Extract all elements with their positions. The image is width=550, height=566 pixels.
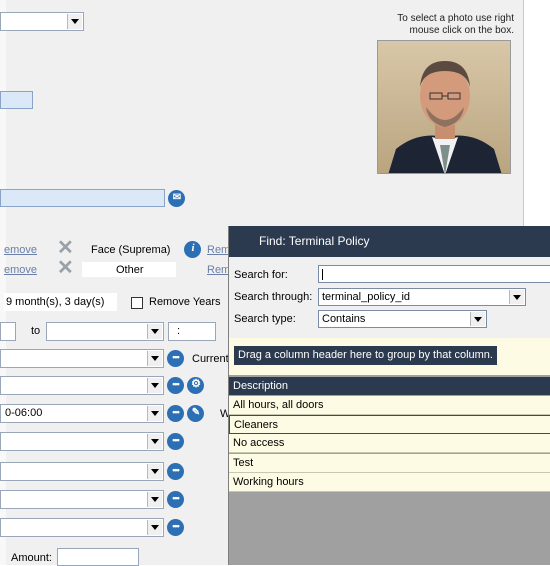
gear-icon[interactable]: ⚙ [187, 377, 204, 394]
policy-combo-3[interactable] [0, 432, 164, 451]
duration-value: 9 month(s), 3 day(s) [6, 296, 105, 308]
search-through-label: Search through: [234, 291, 313, 303]
more-icon[interactable]: ••• [167, 350, 184, 367]
table-row-selected[interactable]: Cleaners [229, 415, 550, 434]
more-icon[interactable]: ••• [167, 491, 184, 508]
close-icon[interactable]: ✕ [57, 238, 74, 258]
table-row[interactable]: No access [229, 434, 550, 453]
rem-link-1[interactable]: Rem [207, 244, 230, 256]
chevron-down-icon[interactable] [147, 324, 162, 339]
info-icon[interactable]: i [184, 241, 201, 258]
search-through-select[interactable]: terminal_policy_id [318, 288, 526, 306]
current-label: Current [192, 353, 229, 365]
table-row[interactable]: Working hours [229, 473, 550, 492]
policy-combo-2[interactable] [0, 376, 164, 395]
chevron-down-icon[interactable] [147, 406, 162, 421]
timezone-value: 0-06:00 [5, 407, 43, 419]
table-row[interactable]: All hours, all doors [229, 396, 550, 415]
table-row[interactable]: Test [229, 454, 550, 473]
top-combo[interactable] [0, 12, 84, 31]
chevron-down-icon[interactable] [147, 464, 162, 479]
photo-hint: To select a photo use right mouse click … [397, 13, 514, 36]
chevron-down-icon[interactable] [470, 312, 485, 326]
pencil-icon[interactable]: ✎ [187, 405, 204, 422]
column-header-description[interactable]: Description [229, 377, 550, 395]
policy-combo-4[interactable] [0, 462, 164, 481]
more-icon[interactable]: ••• [167, 433, 184, 450]
remove-years-checkbox[interactable] [131, 297, 143, 309]
chevron-down-icon[interactable] [67, 14, 82, 29]
find-dialog[interactable]: Find: Terminal Policy Search for: Search… [228, 226, 550, 565]
amount-field[interactable] [57, 548, 139, 566]
chevron-down-icon[interactable] [147, 520, 162, 535]
remove-link-1[interactable]: emove [4, 244, 37, 256]
amount-label: Amount: [11, 552, 52, 564]
group-by-hint: Drag a column header here to group by th… [234, 346, 497, 365]
employee-photo[interactable] [377, 40, 511, 174]
search-type-select[interactable]: Contains [318, 310, 487, 328]
timezone-combo[interactable]: 0-06:00 [0, 404, 164, 423]
more-icon[interactable]: ••• [167, 377, 184, 394]
date-to-combo[interactable] [46, 322, 164, 341]
chevron-down-icon[interactable] [147, 351, 162, 366]
to-label: to [31, 325, 41, 337]
time-value: : [177, 325, 181, 337]
close-icon[interactable]: ✕ [57, 258, 74, 278]
chevron-down-icon[interactable] [147, 492, 162, 507]
search-for-label: Search for: [234, 269, 288, 281]
chevron-down-icon[interactable] [509, 290, 524, 304]
name-field[interactable] [0, 91, 33, 109]
email-field[interactable] [0, 189, 165, 207]
policy-combo-5[interactable] [0, 490, 164, 509]
more-icon[interactable]: ••• [167, 405, 184, 422]
rem-link-2[interactable]: Rem [207, 264, 230, 276]
more-icon[interactable]: ••• [167, 463, 184, 480]
more-icon[interactable]: ••• [167, 519, 184, 536]
search-through-value: terminal_policy_id [322, 291, 411, 303]
dialog-title[interactable]: Find: Terminal Policy [229, 226, 550, 257]
text-cursor [322, 269, 323, 280]
policy-combo-1[interactable] [0, 349, 164, 368]
group-by-bar[interactable]: Drag a column header here to group by th… [229, 338, 550, 375]
search-input[interactable] [318, 265, 550, 283]
remove-link-2[interactable]: emove [4, 264, 37, 276]
device-face-label: Face (Suprema) [91, 244, 171, 256]
search-type-label: Search type: [234, 313, 296, 325]
device-other-label: Other [116, 264, 144, 276]
chevron-down-icon[interactable] [147, 434, 162, 449]
chevron-down-icon[interactable] [147, 378, 162, 393]
remove-years-label: Remove Years [149, 296, 221, 308]
policy-combo-6[interactable] [0, 518, 164, 537]
email-icon[interactable]: ✉ [168, 190, 185, 207]
date-from-field[interactable] [0, 322, 16, 341]
time-field[interactable]: : [168, 322, 216, 341]
portrait-image [378, 41, 510, 173]
search-type-value: Contains [322, 313, 366, 325]
